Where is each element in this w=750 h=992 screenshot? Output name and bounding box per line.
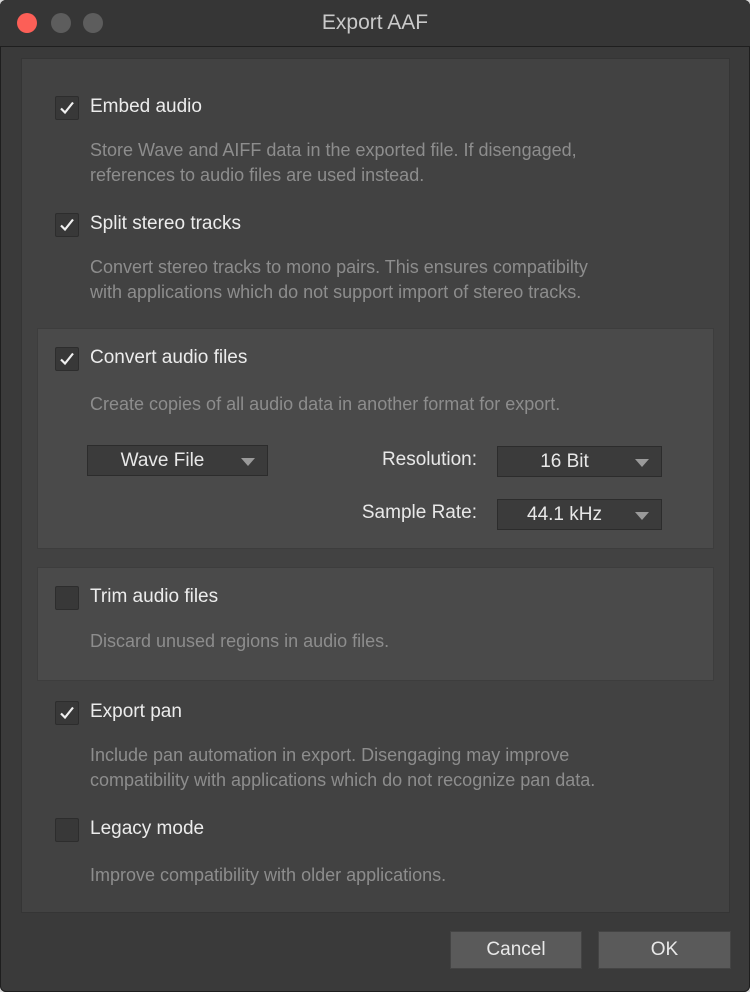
embed-audio-label[interactable]: Embed audio (90, 96, 202, 118)
legacy-mode-description: Improve compatibility with older applica… (90, 865, 447, 885)
trim-audio-description: Discard unused regions in audio files. (90, 631, 390, 651)
dropdown-arrow-icon (241, 458, 255, 466)
convert-audio-label[interactable]: Convert audio files (90, 347, 247, 369)
resolution-label: Resolution: (381, 449, 477, 470)
resolution-dropdown[interactable]: 16 Bit (497, 446, 662, 477)
export-pan-checkbox[interactable] (55, 701, 79, 725)
convert-audio-checkbox[interactable] (55, 347, 79, 371)
checkmark-icon (60, 706, 74, 720)
export-aaf-dialog: Export AAF Embed audio Store Wave and AI… (0, 0, 750, 992)
checkmark-icon (60, 101, 74, 115)
ok-button[interactable]: OK (598, 931, 731, 969)
title-bar[interactable]: Export AAF (0, 0, 750, 47)
export-pan-label[interactable]: Export pan (90, 701, 182, 723)
embed-audio-checkbox[interactable] (55, 96, 79, 120)
export-pan-description: Include pan automation in export. Diseng… (90, 745, 596, 790)
trim-audio-checkbox[interactable] (55, 586, 79, 610)
sample-rate-value: 44.1 kHz (527, 504, 602, 525)
legacy-mode-label[interactable]: Legacy mode (90, 818, 204, 840)
sample-rate-label: Sample Rate: (361, 502, 477, 523)
legacy-mode-checkbox[interactable] (55, 818, 79, 842)
window-title: Export AAF (321, 11, 429, 34)
convert-audio-description: Create copies of all audio data in anoth… (90, 394, 561, 414)
checkmark-icon (60, 218, 74, 232)
split-stereo-description: Convert stereo tracks to mono pairs. Thi… (90, 257, 588, 302)
embed-audio-description: Store Wave and AIFF data in the exported… (90, 140, 577, 185)
dropdown-arrow-icon (635, 459, 649, 467)
cancel-button[interactable]: Cancel (450, 931, 582, 969)
trim-audio-label[interactable]: Trim audio files (90, 586, 218, 608)
file-format-dropdown[interactable]: Wave File (87, 445, 268, 476)
dropdown-arrow-icon (635, 512, 649, 520)
split-stereo-checkbox[interactable] (55, 213, 79, 237)
split-stereo-label[interactable]: Split stereo tracks (90, 213, 241, 235)
trim-audio-group: Trim audio files Discard unused regions … (37, 567, 714, 681)
resolution-value: 16 Bit (540, 451, 589, 472)
checkmark-icon (60, 352, 74, 366)
file-format-value: Wave File (120, 450, 205, 471)
options-panel: Embed audio Store Wave and AIFF data in … (21, 58, 730, 913)
sample-rate-dropdown[interactable]: 44.1 kHz (497, 499, 662, 530)
convert-audio-group: Convert audio files Create copies of all… (37, 328, 714, 549)
